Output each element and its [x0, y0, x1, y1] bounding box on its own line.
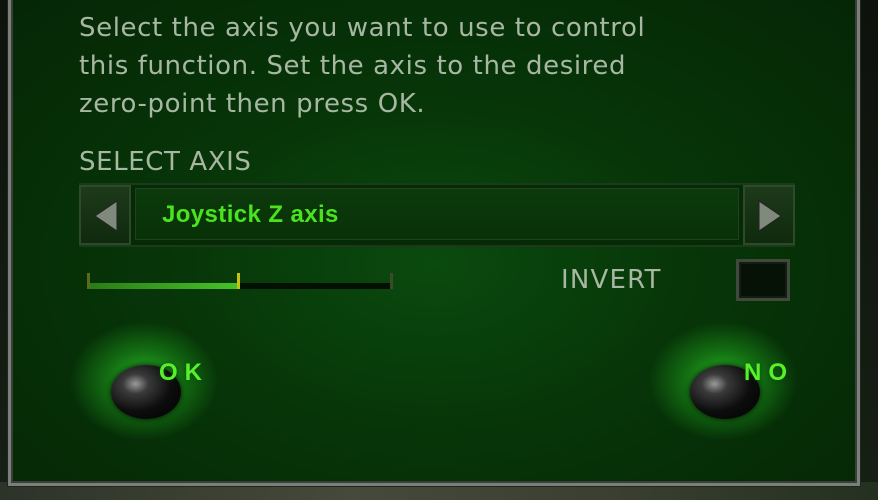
meter-end-tick [390, 273, 393, 289]
previous-axis-button[interactable] [79, 185, 131, 245]
no-button-label: NO [744, 359, 794, 386]
game-screen: Select the axis you want to use to contr… [0, 0, 878, 500]
no-button[interactable]: NO [648, 321, 798, 441]
triangle-left-icon [94, 200, 118, 232]
invert-label: INVERT [561, 265, 662, 295]
meter-fill [87, 283, 240, 289]
axis-setup-dialog: Select the axis you want to use to contr… [8, 0, 860, 486]
next-axis-button[interactable] [743, 185, 795, 245]
axis-value: Joystick Z axis [162, 201, 339, 228]
triangle-right-icon [758, 200, 782, 232]
invert-checkbox[interactable] [736, 259, 790, 301]
meter-center-tick [237, 273, 240, 289]
ok-button-label: OK [159, 359, 209, 386]
axis-position-meter [87, 273, 393, 291]
axis-value-field: Joystick Z axis [135, 188, 739, 240]
axis-selector: Joystick Z axis [79, 183, 795, 247]
ok-button[interactable]: OK [69, 321, 219, 441]
instructions-text: Select the axis you want to use to contr… [79, 13, 646, 119]
meter-start-tick [87, 273, 90, 289]
select-axis-label: SELECT AXIS [79, 147, 252, 177]
